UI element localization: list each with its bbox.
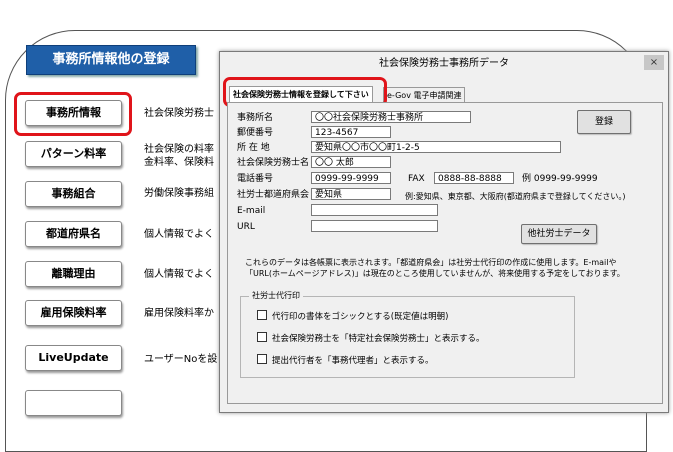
postal-field[interactable]: 123-4567 <box>311 126 391 138</box>
agent-representative-option[interactable]: 提出代行者を「事務代理者」と表示する。 <box>257 354 434 367</box>
fax-label: FAX <box>408 174 425 184</box>
pattern-rate-button[interactable]: パターン料率 <box>25 141 122 167</box>
phone-label: 電話番号 <box>237 174 274 184</box>
agent-seal-group-title: 社労士代行印 <box>249 290 303 302</box>
close-icon[interactable]: × <box>644 55 664 70</box>
labor-union-button[interactable]: 事務組合 <box>25 181 122 207</box>
labor-union-desc: 労働保険事務組 <box>144 188 214 199</box>
sharoushi-name-field[interactable]: 〇〇 太郎 <box>311 156 391 168</box>
register-button[interactable]: 登録 <box>577 110 631 134</box>
prefecture-desc: 個人情報でよく <box>144 229 214 240</box>
liveupdate-desc: ユーザーNoを設 <box>144 354 218 365</box>
prefecture-button[interactable]: 都道府県名 <box>25 221 122 247</box>
url-label: URL <box>237 222 255 232</box>
pref-assoc-label: 社労士都道府県会 <box>237 190 310 200</box>
specified-sharoushi-checkbox[interactable] <box>257 332 267 342</box>
specified-sharoushi-option[interactable]: 社会保険労務士を「特定社会保険労務士」と表示する。 <box>257 332 485 345</box>
postal-label: 郵便番号 <box>237 128 274 138</box>
gothic-option-label: 代行印の書体をゴシックとする(既定値は明朝) <box>272 312 449 322</box>
liveupdate-button[interactable]: LiveUpdate <box>25 345 122 371</box>
employment-insurance-rate-desc: 雇用保険料率か <box>144 308 214 319</box>
extra-button[interactable] <box>25 390 122 416</box>
other-sharoushi-data-button[interactable]: 他社労士データ <box>521 224 597 244</box>
pref-assoc-field[interactable]: 愛知県 <box>311 188 391 200</box>
page-title: 事務所情報他の登録 <box>26 45 196 75</box>
dialog-title: 社会保険労務士事務所データ <box>220 52 668 74</box>
url-field[interactable] <box>311 220 438 232</box>
phone-field[interactable]: 0999-99-9999 <box>311 172 391 184</box>
fax-field[interactable]: 0888-88-8888 <box>434 172 514 184</box>
address-label: 所 在 地 <box>237 143 270 153</box>
info-note: これらのデータは各帳票に表示されます。「都道府県会」は社労士代行印の作成に使用し… <box>245 258 625 278</box>
pref-example: 例:愛知県、東京都、大阪府(都道府県まで登録してください。) <box>405 192 626 201</box>
employment-insurance-rate-button[interactable]: 雇用保険料率 <box>25 300 122 326</box>
office-name-label: 事務所名 <box>237 113 274 123</box>
gothic-option[interactable]: 代行印の書体をゴシックとする(既定値は明朝) <box>257 310 448 323</box>
agent-representative-option-label: 提出代行者を「事務代理者」と表示する。 <box>272 356 434 366</box>
tab-egov[interactable]: e-Gov 電子申請関連 <box>383 87 466 103</box>
sharoushi-name-label: 社会保険労務士名 <box>237 158 310 168</box>
office-name-field[interactable]: 〇〇社会保険労務士事務所 <box>311 111 471 123</box>
office-info-desc: 社会保険労務士 <box>144 108 214 119</box>
agent-representative-checkbox[interactable] <box>257 354 267 364</box>
specified-sharoushi-option-label: 社会保険労務士を「特定社会保険労務士」と表示する。 <box>272 334 485 344</box>
email-field[interactable] <box>311 204 438 216</box>
highlight-office-info <box>14 92 132 136</box>
address-field[interactable]: 愛知県〇〇市〇〇町1-2-5 <box>311 141 561 153</box>
pattern-rate-desc: 社会保険の料率 金料率、保険料 <box>144 144 214 168</box>
separation-reason-button[interactable]: 離職理由 <box>25 261 122 287</box>
gothic-checkbox[interactable] <box>257 310 267 320</box>
phone-example: 例 0999-99-9999 <box>522 174 598 184</box>
separation-reason-desc: 個人情報でよく <box>144 269 214 280</box>
agent-seal-group: 社労士代行印 代行印の書体をゴシックとする(既定値は明朝) 社会保険労務士を「特… <box>240 290 575 378</box>
email-label: E-mail <box>237 206 266 216</box>
